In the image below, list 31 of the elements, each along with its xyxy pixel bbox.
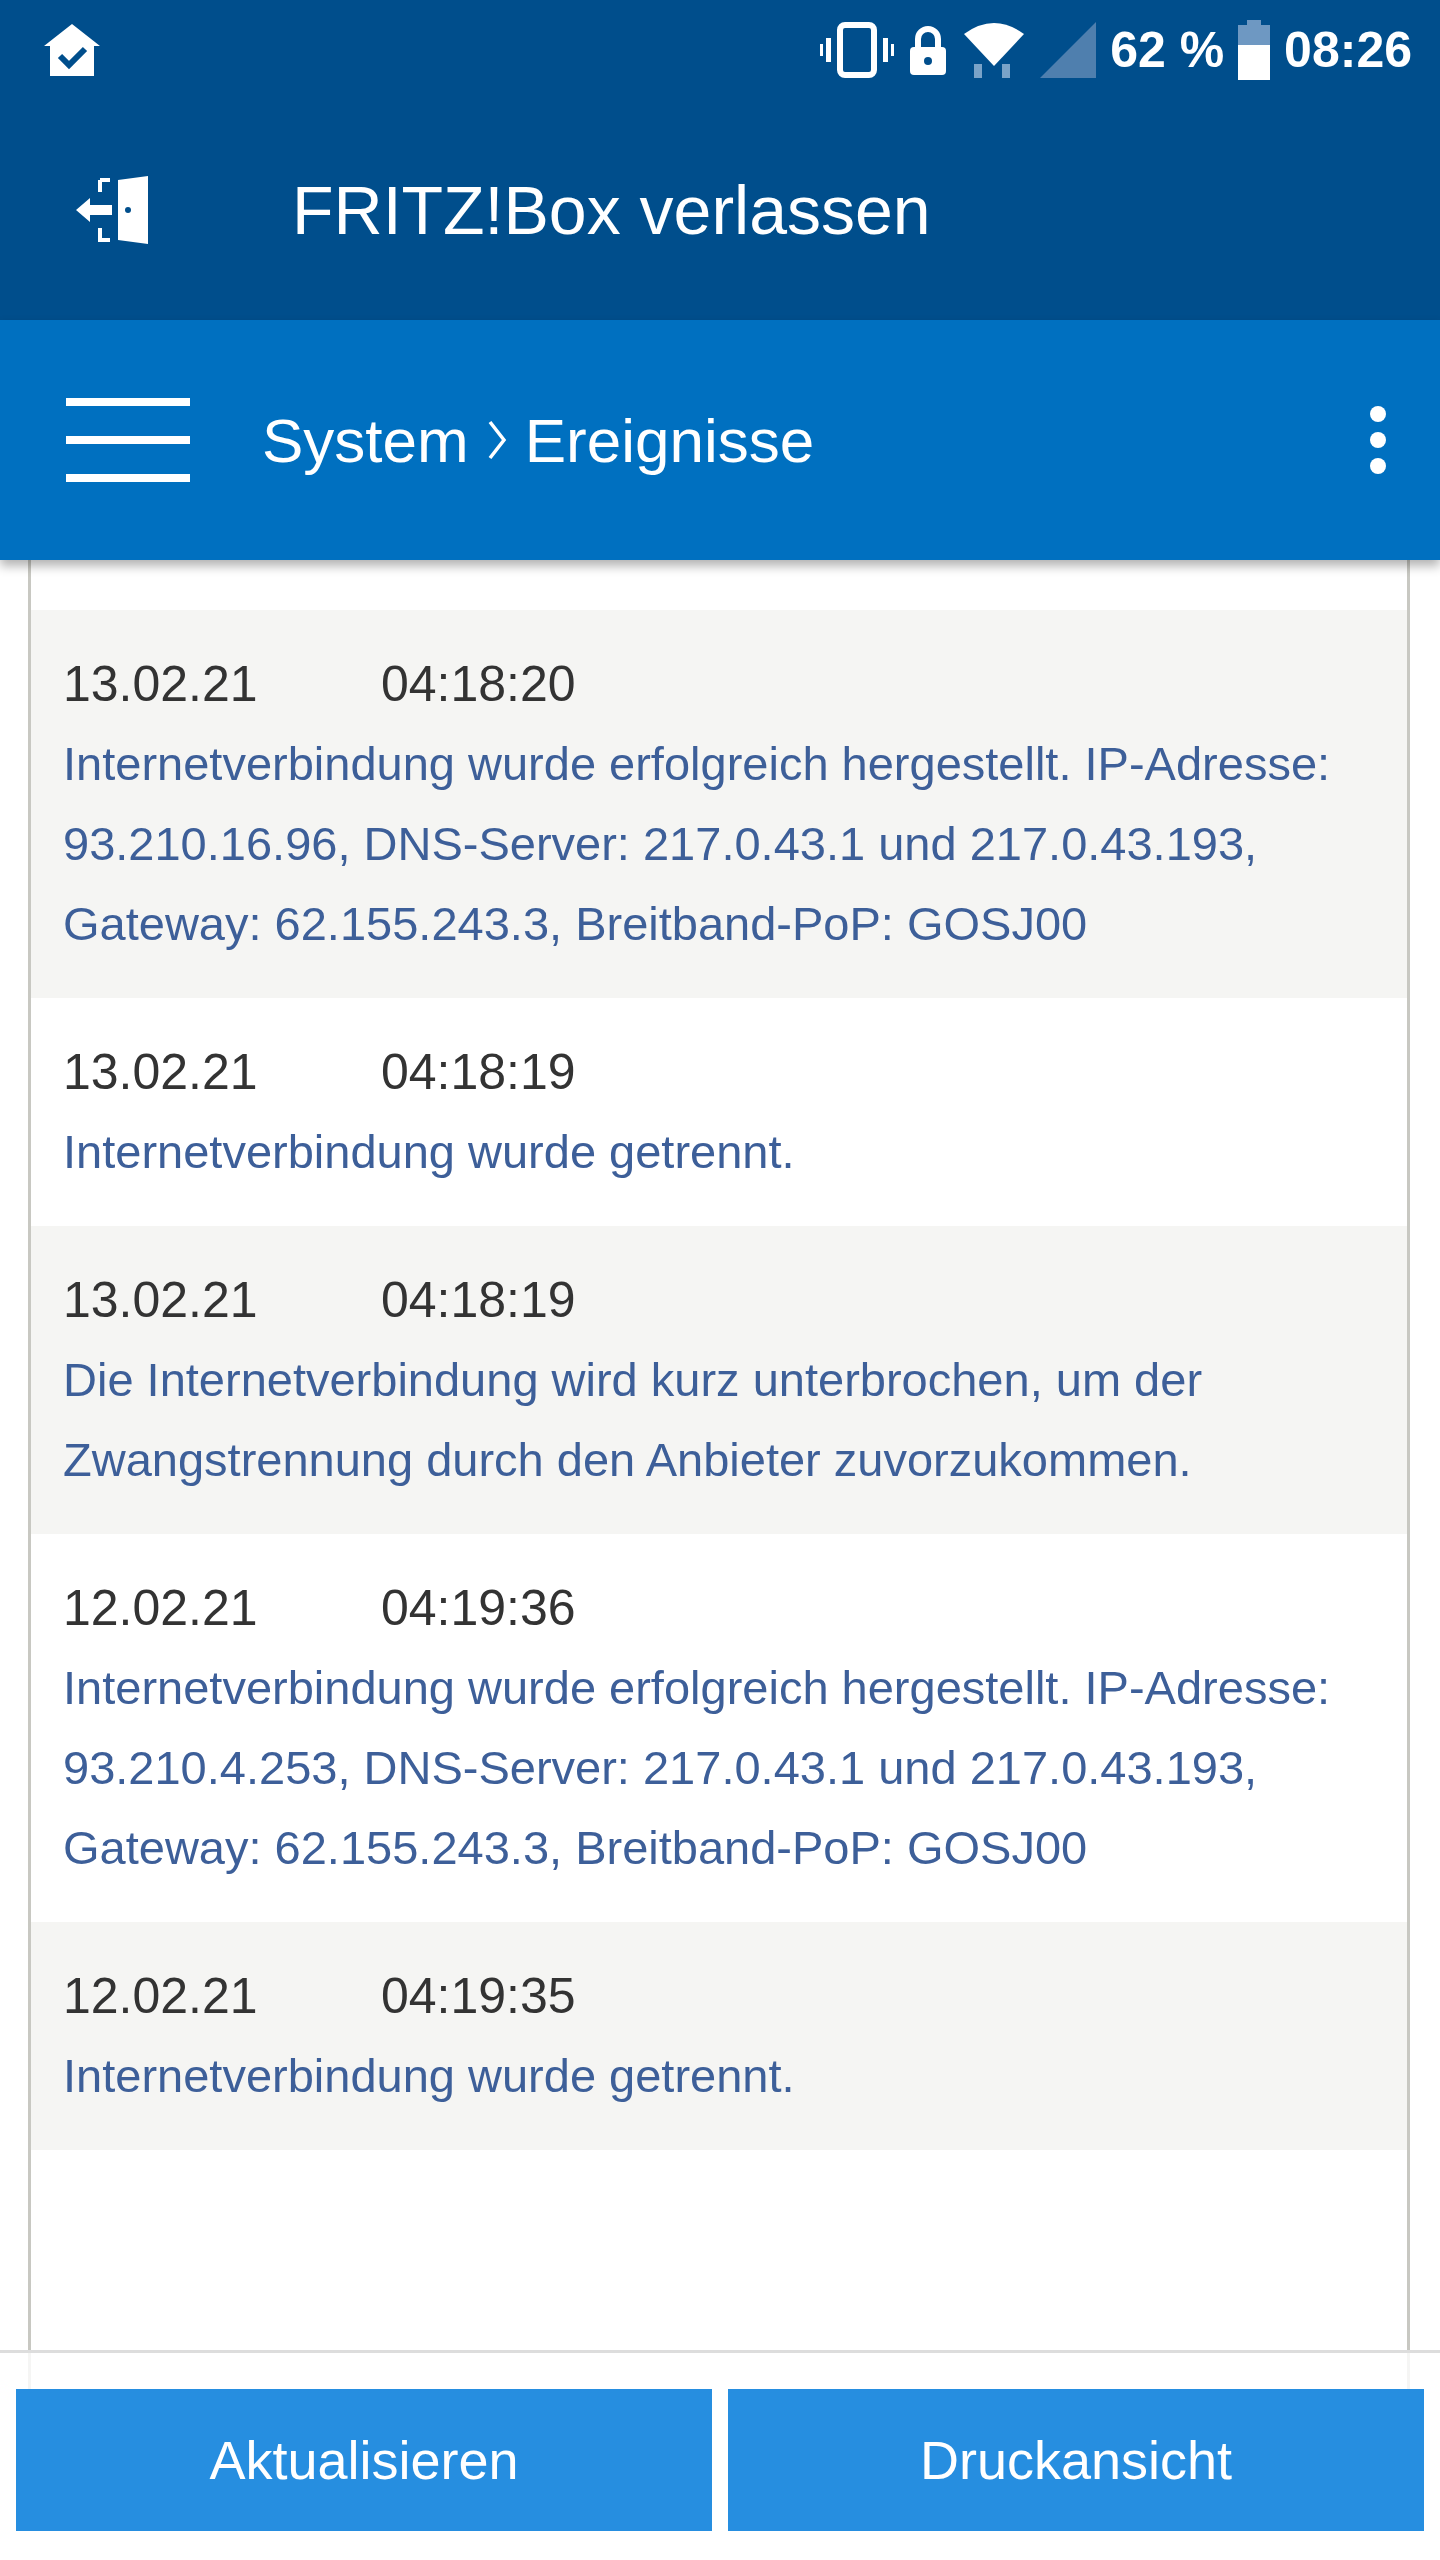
home-check-icon bbox=[42, 22, 102, 78]
event-date: 12.02.21 bbox=[63, 1967, 259, 2026]
vibrate-icon bbox=[820, 22, 895, 78]
breadcrumb-item[interactable]: System bbox=[262, 404, 469, 476]
event-time: 04:18:19 bbox=[381, 1271, 576, 1330]
clock: 08:26 bbox=[1284, 21, 1412, 79]
event-message: Internetverbindung wurde erfolgreich hergestellt. IP-Adresse: 93.210.16.96, DNS-Server: 217.0.43.1 und 217.0.43.193, Gateway: 62.155.243.3, Breitband-PoP: GOSJ00 bbox=[63, 736, 1332, 952]
signal-icon bbox=[1040, 20, 1097, 80]
chevron-right-icon bbox=[486, 420, 507, 460]
app-title: FRITZ!Box verlassen bbox=[292, 171, 931, 249]
event-time: 04:19:35 bbox=[381, 1967, 576, 2026]
more-options-icon[interactable] bbox=[1368, 405, 1388, 475]
battery-percent: 62 % bbox=[1110, 21, 1225, 79]
event-time: 04:18:20 bbox=[381, 655, 576, 714]
breadcrumb-item: Ereignisse bbox=[524, 404, 815, 476]
event-message: Internetverbindung wurde getrennt. bbox=[63, 1124, 796, 1180]
wifi-icon bbox=[962, 20, 1027, 80]
event-time: 04:18:19 bbox=[381, 1043, 576, 1102]
event-date: 12.02.21 bbox=[63, 1579, 259, 1638]
action-button[interactable]: Druckansicht bbox=[728, 2389, 1424, 2531]
event-date: 13.02.21 bbox=[63, 655, 259, 714]
event-message: Internetverbindung wurde erfolgreich hergestellt. IP-Adresse: 93.210.4.253, DNS-Server: 217.0.43.1 und 217.0.43.193, Gateway: 62.155.243.3, Breitband-PoP: GOSJ00 bbox=[63, 1660, 1332, 1876]
menu-icon[interactable] bbox=[66, 398, 190, 482]
event-message: Die Internetverbindung wird kurz unterbrochen, um der Zwangstrennung durch den Anbieter zuvorzukommen. bbox=[63, 1352, 1204, 1488]
event-message: Internetverbindung wurde getrennt. bbox=[63, 2048, 796, 2104]
event-date: 13.02.21 bbox=[63, 1043, 259, 1102]
event-time: 04:19:36 bbox=[381, 1579, 576, 1638]
action-button[interactable]: Aktualisieren bbox=[16, 2389, 712, 2531]
event-date: 13.02.21 bbox=[63, 1271, 259, 1330]
battery-icon bbox=[1238, 20, 1271, 80]
lock-icon bbox=[908, 25, 949, 75]
